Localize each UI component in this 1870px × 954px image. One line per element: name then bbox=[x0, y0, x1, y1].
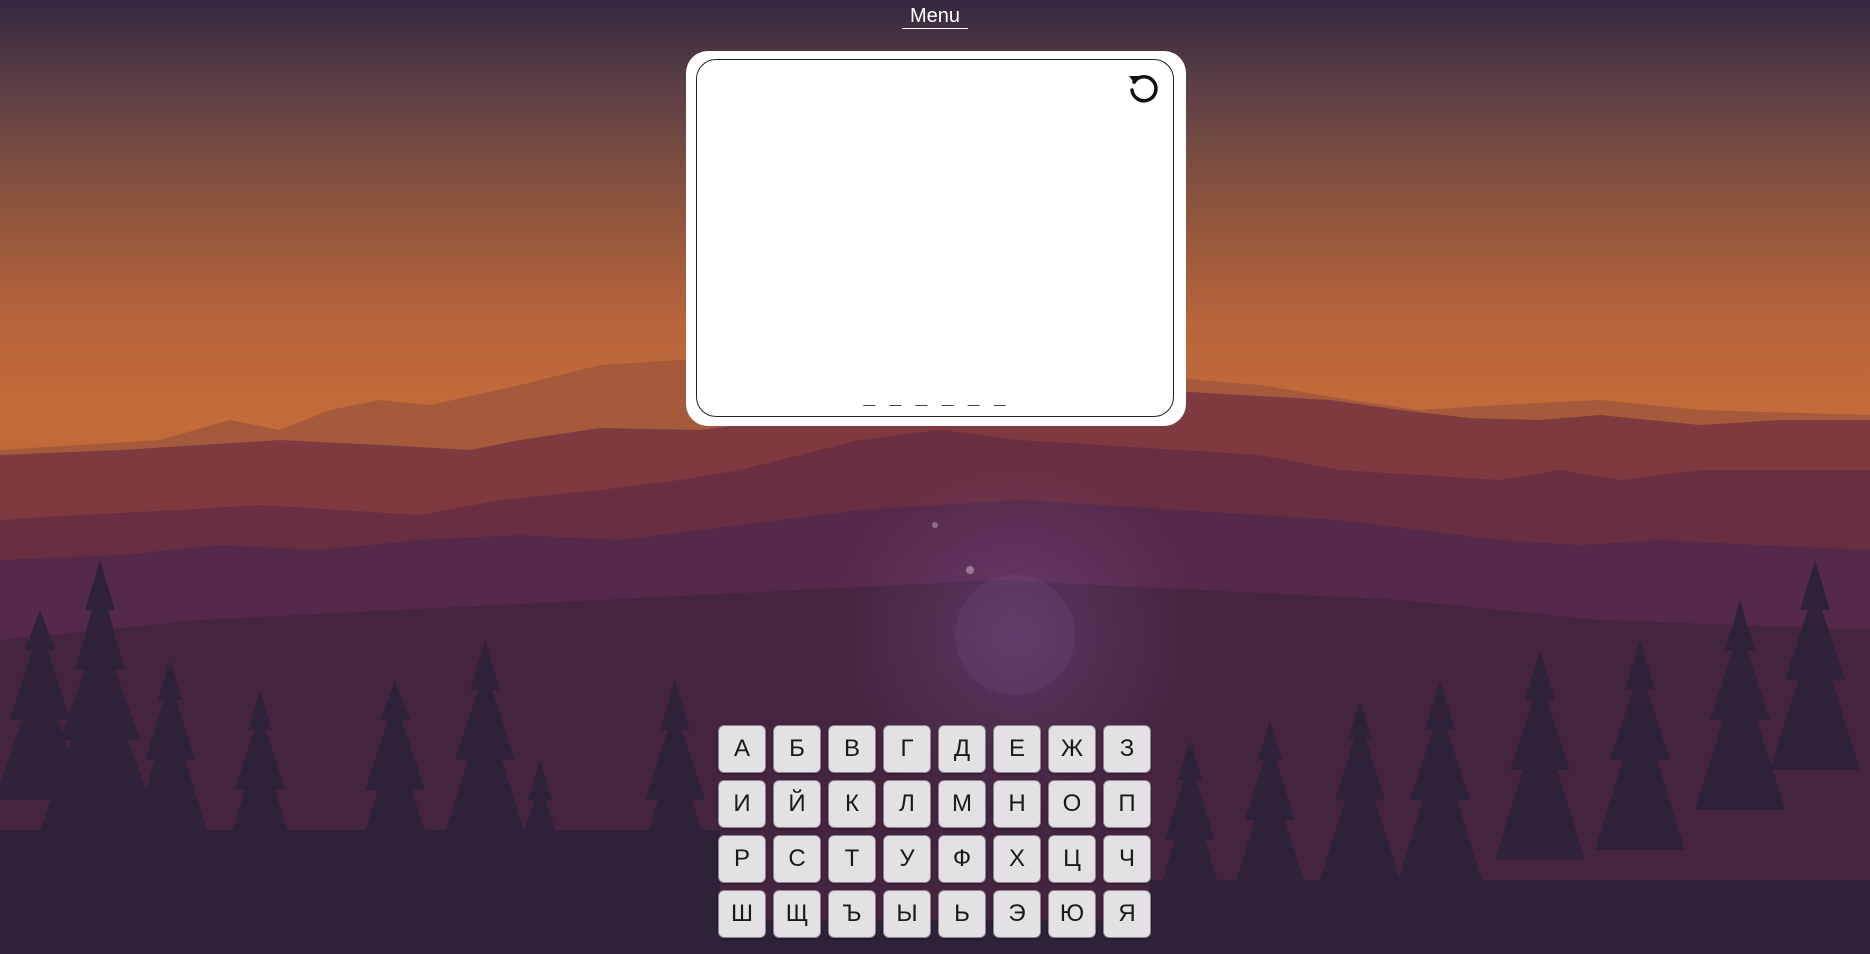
letter-key[interactable]: Р bbox=[718, 835, 766, 883]
letter-key[interactable]: У bbox=[883, 835, 931, 883]
letter-key[interactable]: Ь bbox=[938, 890, 986, 938]
letter-key[interactable]: Ю bbox=[1048, 890, 1096, 938]
hangman-drawing-area: _ _ _ _ _ _ bbox=[696, 59, 1174, 417]
letter-key[interactable]: К bbox=[828, 780, 876, 828]
letter-key[interactable]: Л bbox=[883, 780, 931, 828]
reset-icon[interactable] bbox=[1123, 68, 1163, 108]
letter-key[interactable]: Г bbox=[883, 725, 931, 773]
letter-key[interactable]: Ч bbox=[1103, 835, 1151, 883]
letter-key[interactable]: Я bbox=[1103, 890, 1151, 938]
letter-key[interactable]: В bbox=[828, 725, 876, 773]
letter-key[interactable]: Б bbox=[773, 725, 821, 773]
letter-keyboard: АБВГДЕЖЗ ИЙКЛМНОП РСТУФХЦЧ ШЩЪЫЬЭЮЯ bbox=[718, 725, 1154, 938]
letter-key[interactable]: М bbox=[938, 780, 986, 828]
letter-key[interactable]: Е bbox=[993, 725, 1041, 773]
letter-key[interactable]: Ж bbox=[1048, 725, 1096, 773]
hangman-card: _ _ _ _ _ _ bbox=[686, 51, 1186, 426]
letter-key[interactable]: А bbox=[718, 725, 766, 773]
letter-key[interactable]: С bbox=[773, 835, 821, 883]
letter-key[interactable]: Ф bbox=[938, 835, 986, 883]
letter-key[interactable]: Ш bbox=[718, 890, 766, 938]
letter-key[interactable]: Х bbox=[993, 835, 1041, 883]
letter-key[interactable]: Ц bbox=[1048, 835, 1096, 883]
letter-key[interactable]: Й bbox=[773, 780, 821, 828]
letter-key[interactable]: О bbox=[1048, 780, 1096, 828]
letter-key[interactable]: Ы bbox=[883, 890, 931, 938]
letter-key[interactable]: П bbox=[1103, 780, 1151, 828]
letter-key[interactable]: Щ bbox=[773, 890, 821, 938]
letter-key[interactable]: Н bbox=[993, 780, 1041, 828]
menu-link[interactable]: Menu bbox=[902, 4, 968, 29]
letter-key[interactable]: Ъ bbox=[828, 890, 876, 938]
word-mask: _ _ _ _ _ _ bbox=[863, 382, 1007, 406]
letter-key[interactable]: Д bbox=[938, 725, 986, 773]
letter-key[interactable]: И bbox=[718, 780, 766, 828]
letter-key[interactable]: Т bbox=[828, 835, 876, 883]
letter-key[interactable]: З bbox=[1103, 725, 1151, 773]
letter-key[interactable]: Э bbox=[993, 890, 1041, 938]
